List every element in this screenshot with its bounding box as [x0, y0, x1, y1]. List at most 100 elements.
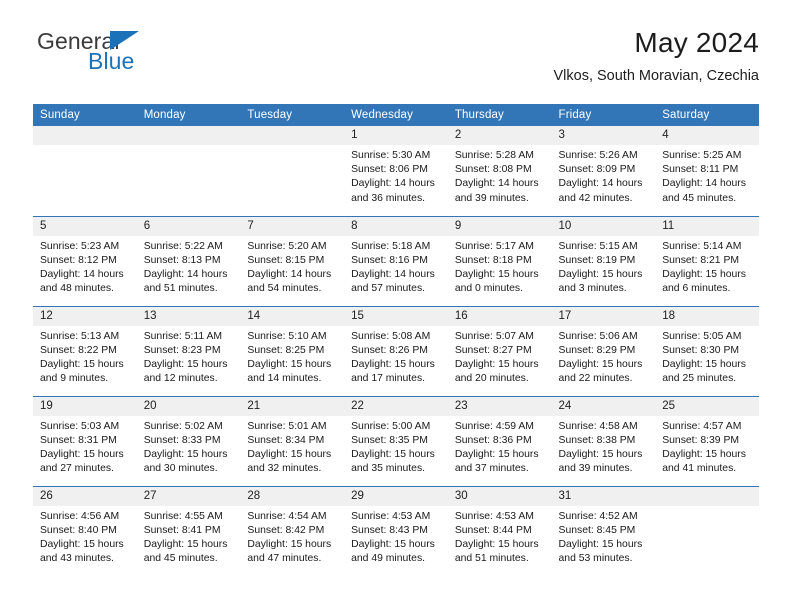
day-cell[interactable]: 12 Sunrise: 5:13 AM Sunset: 8:22 PM Dayligh…: [33, 305, 137, 396]
day-cell[interactable]: 26 Sunrise: 4:56 AM Sunset: 8:40 PM Dayligh…: [33, 485, 137, 576]
day-cell[interactable]: 31 Sunrise: 4:52 AM Sunset: 8:45 PM Dayligh…: [551, 485, 656, 576]
daylight-duration-line1: Daylight: 14 hours: [454, 178, 539, 190]
sunrise-time: Sunrise: 4:53 AM: [351, 510, 431, 522]
day-cell[interactable]: 17 Sunrise: 5:06 AM Sunset: 8:29 PM Dayligh…: [551, 305, 656, 396]
daylight-duration-line2: and 47 minutes.: [247, 553, 322, 565]
daylight-duration-line2: and 39 minutes.: [558, 463, 633, 475]
sunrise-time: Sunrise: 4:55 AM: [143, 510, 223, 522]
sunset-time: Sunset: 8:34 PM: [247, 434, 325, 446]
day-cell[interactable]: 24 Sunrise: 4:58 AM Sunset: 8:38 PM Dayligh…: [551, 395, 656, 486]
sunset-time: Sunset: 8:38 PM: [558, 434, 636, 446]
day-cell[interactable]: 28 Sunrise: 4:54 AM Sunset: 8:42 PM Dayligh…: [240, 485, 345, 576]
sunrise-time: Sunrise: 5:03 AM: [40, 420, 120, 432]
day-number: 12: [33, 306, 137, 326]
sunrise-time: Sunrise: 5:20 AM: [247, 240, 327, 252]
sunrise-time: Sunrise: 4:57 AM: [662, 420, 742, 432]
sunset-time: Sunset: 8:23 PM: [143, 344, 221, 356]
daylight-duration-line1: Daylight: 15 hours: [454, 268, 539, 280]
daylight-duration-line1: Daylight: 15 hours: [247, 358, 332, 370]
daylight-duration-line1: Daylight: 15 hours: [662, 358, 746, 370]
day-number: 8: [344, 216, 448, 236]
day-details: Sunrise: 4:53 AM Sunset: 8:44 PM Daylight:…: [448, 506, 552, 567]
sunrise-time: Sunrise: 5:05 AM: [662, 330, 742, 342]
day-details: Sunrise: 4:57 AM Sunset: 8:39 PM Daylight:…: [655, 416, 759, 477]
title-block: May 2024 Vlkos, South Moravian, Czechia: [553, 26, 759, 85]
day-cell[interactable]: 27 Sunrise: 4:55 AM Sunset: 8:41 PM Dayligh…: [136, 485, 241, 576]
daylight-duration-line1: Daylight: 15 hours: [454, 358, 539, 370]
day-details: Sunrise: 5:13 AM Sunset: 8:22 PM Daylight:…: [33, 326, 137, 387]
daylight-duration-line2: and 45 minutes.: [662, 192, 737, 204]
day-number: 10: [551, 216, 656, 236]
sunrise-time: Sunrise: 4:58 AM: [558, 420, 638, 432]
day-details: Sunrise: 5:06 AM Sunset: 8:29 PM Daylight:…: [552, 326, 656, 387]
daylight-duration-line2: and 9 minutes.: [40, 373, 109, 385]
daylight-duration-line1: Daylight: 15 hours: [143, 448, 228, 460]
day-details: Sunrise: 5:01 AM Sunset: 8:34 PM Daylight:…: [240, 416, 344, 477]
day-number: 23: [447, 396, 552, 416]
day-cell[interactable]: 19 Sunrise: 5:03 AM Sunset: 8:31 PM Dayligh…: [33, 395, 137, 486]
sunrise-time: Sunrise: 5:25 AM: [662, 150, 742, 161]
daylight-duration-line1: Daylight: 15 hours: [454, 448, 539, 460]
day-cell[interactable]: 21 Sunrise: 5:01 AM Sunset: 8:34 PM Dayligh…: [240, 395, 345, 486]
sunrise-time: Sunrise: 4:56 AM: [40, 510, 120, 522]
sunset-time: Sunset: 8:16 PM: [351, 254, 428, 266]
day-cell-empty: [33, 126, 137, 216]
daylight-duration-line1: Daylight: 15 hours: [662, 268, 746, 280]
day-number: 21: [240, 396, 345, 416]
day-number: 18: [655, 306, 759, 326]
day-number: 5: [33, 216, 137, 236]
day-cell[interactable]: 9 Sunrise: 5:17 AM Sunset: 8:18 PM Daylight…: [447, 215, 552, 306]
daylight-duration-line1: Daylight: 14 hours: [558, 178, 643, 190]
day-details: Sunrise: 5:00 AM Sunset: 8:35 PM Daylight:…: [344, 416, 448, 477]
sunrise-time: Sunrise: 4:54 AM: [247, 510, 327, 522]
sunset-time: Sunset: 8:21 PM: [662, 254, 740, 266]
sunset-time: Sunset: 8:29 PM: [558, 344, 636, 356]
day-details: Sunrise: 4:56 AM Sunset: 8:40 PM Daylight:…: [33, 506, 137, 567]
day-cell[interactable]: 23 Sunrise: 4:59 AM Sunset: 8:36 PM Dayligh…: [447, 395, 552, 486]
day-cell[interactable]: 6 Sunrise: 5:22 AM Sunset: 8:13 PM Daylight…: [136, 215, 241, 306]
day-cell[interactable]: 16 Sunrise: 5:07 AM Sunset: 8:27 PM Dayligh…: [447, 305, 552, 396]
day-details: Sunrise: 5:14 AM Sunset: 8:21 PM Daylight:…: [655, 236, 759, 297]
day-cell[interactable]: 15 Sunrise: 5:08 AM Sunset: 8:26 PM Dayligh…: [344, 305, 448, 396]
day-number: [655, 486, 759, 506]
daylight-duration-line2: and 54 minutes.: [247, 283, 322, 295]
daylight-duration-line1: Daylight: 14 hours: [662, 178, 746, 190]
day-cell[interactable]: 20 Sunrise: 5:02 AM Sunset: 8:33 PM Dayligh…: [136, 395, 241, 486]
day-number: 4: [655, 126, 759, 145]
day-number: 24: [551, 396, 656, 416]
day-cell[interactable]: 5 Sunrise: 5:23 AM Sunset: 8:12 PM Daylight…: [33, 215, 137, 306]
day-cell[interactable]: 22 Sunrise: 5:00 AM Sunset: 8:35 PM Dayligh…: [344, 395, 448, 486]
calendar-week-row: 12 Sunrise: 5:13 AM Sunset: 8:22 PM Dayligh…: [33, 305, 759, 396]
day-cell[interactable]: 7 Sunrise: 5:20 AM Sunset: 8:15 PM Daylight…: [240, 215, 345, 306]
general-blue-logo[interactable]: General Blue: [33, 28, 253, 82]
day-cell[interactable]: 3 Sunrise: 5:26 AM Sunset: 8:09 PM Daylight…: [551, 126, 656, 216]
daylight-duration-line2: and 57 minutes.: [351, 283, 426, 295]
day-cell[interactable]: 30 Sunrise: 4:53 AM Sunset: 8:44 PM Dayligh…: [447, 485, 552, 576]
daylight-duration-line1: Daylight: 15 hours: [558, 448, 643, 460]
daylight-duration-line2: and 39 minutes.: [454, 192, 529, 204]
weekday-header-thursday: Thursday: [447, 104, 552, 126]
day-cell[interactable]: 10 Sunrise: 5:15 AM Sunset: 8:19 PM Dayligh…: [551, 215, 656, 306]
day-cell[interactable]: 1 Sunrise: 5:30 AM Sunset: 8:06 PM Daylight…: [344, 126, 448, 216]
day-details: Sunrise: 5:11 AM Sunset: 8:23 PM Daylight:…: [137, 326, 241, 387]
sunrise-time: Sunrise: 5:23 AM: [40, 240, 120, 252]
calendar-body: 1 Sunrise: 5:30 AM Sunset: 8:06 PM Daylight…: [33, 126, 759, 576]
day-cell[interactable]: 29 Sunrise: 4:53 AM Sunset: 8:43 PM Dayligh…: [344, 485, 448, 576]
calendar-week-row: 5 Sunrise: 5:23 AM Sunset: 8:12 PM Daylight…: [33, 215, 759, 306]
day-cell[interactable]: 18 Sunrise: 5:05 AM Sunset: 8:30 PM Dayligh…: [655, 305, 759, 396]
sunset-time: Sunset: 8:18 PM: [454, 254, 532, 266]
day-cell[interactable]: 4 Sunrise: 5:25 AM Sunset: 8:11 PM Daylight…: [655, 126, 759, 216]
day-number: [33, 126, 137, 145]
day-cell[interactable]: 13 Sunrise: 5:11 AM Sunset: 8:23 PM Dayligh…: [136, 305, 241, 396]
day-cell[interactable]: 8 Sunrise: 5:18 AM Sunset: 8:16 PM Daylight…: [344, 215, 448, 306]
day-number: 30: [447, 486, 552, 506]
page-header: General Blue May 2024 Vlkos, South Morav…: [33, 0, 759, 104]
day-cell[interactable]: 2 Sunrise: 5:28 AM Sunset: 8:08 PM Daylight…: [447, 126, 552, 216]
day-number: 7: [240, 216, 345, 236]
day-cell[interactable]: 11 Sunrise: 5:14 AM Sunset: 8:21 PM Dayligh…: [655, 215, 759, 306]
daylight-duration-line1: Daylight: 14 hours: [351, 178, 435, 190]
day-cell[interactable]: 25 Sunrise: 4:57 AM Sunset: 8:39 PM Dayligh…: [655, 395, 759, 486]
day-cell[interactable]: 14 Sunrise: 5:10 AM Sunset: 8:25 PM Dayligh…: [240, 305, 345, 396]
daylight-duration-line2: and 0 minutes.: [454, 283, 523, 295]
daylight-duration-line2: and 41 minutes.: [662, 463, 737, 475]
